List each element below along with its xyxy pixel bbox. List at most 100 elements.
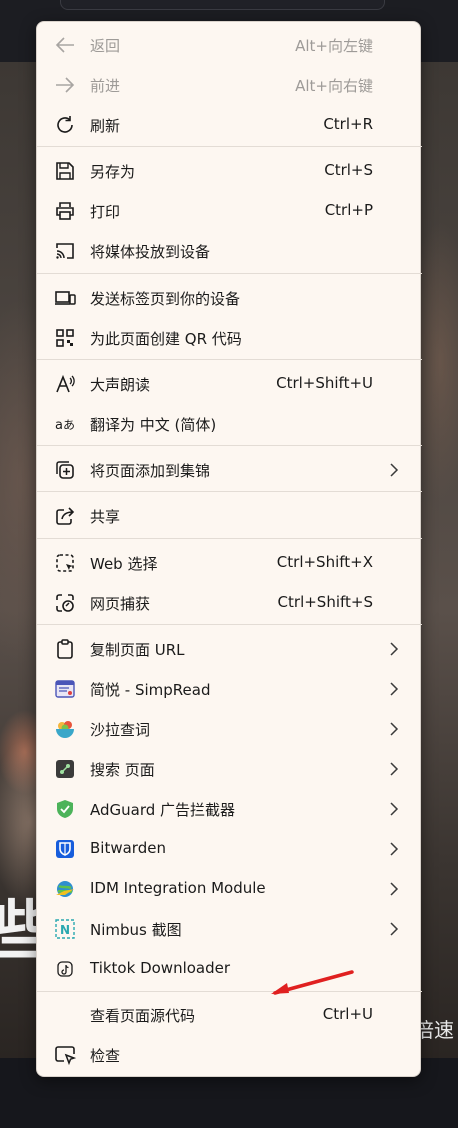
- menu-item-shortcut: Alt+向左键: [295, 37, 373, 55]
- menu-item-label: 共享: [90, 508, 121, 526]
- menu-divider: [37, 273, 422, 274]
- menu-item-shortcut: Ctrl+R: [323, 115, 373, 133]
- menu-item-shortcut: Alt+向右键: [295, 77, 373, 95]
- menu-item-label: 简悦 - SimpRead: [90, 681, 211, 699]
- menu-item-label: Nimbus 截图: [90, 921, 182, 939]
- menu-item-label: 刷新: [90, 117, 121, 135]
- menu-divider: [37, 491, 422, 492]
- idm-globe-icon: [53, 877, 77, 901]
- translate-icon: aあ: [53, 412, 77, 436]
- refresh-icon: [53, 113, 77, 137]
- menu-divider: [37, 445, 422, 446]
- menu-divider: [37, 146, 422, 147]
- menu-item-cast[interactable]: 将媒体投放到设备: [37, 231, 422, 271]
- printer-icon: [53, 199, 77, 223]
- menu-item-label: AdGuard 广告拦截器: [90, 801, 236, 819]
- menu-item-shortcut: Ctrl+Shift+S: [277, 593, 373, 611]
- svg-text:N: N: [60, 923, 70, 937]
- arrow-left-icon: [53, 33, 77, 57]
- menu-item-send-tab[interactable]: 发送标签页到你的设备: [37, 278, 422, 318]
- menu-item-bitwarden[interactable]: Bitwarden: [37, 829, 422, 869]
- menu-item-label: 翻译为 中文 (简体): [90, 416, 217, 434]
- svg-text:a: a: [55, 418, 63, 433]
- nimbus-icon: N: [53, 917, 77, 941]
- menu-item-label: 将页面添加到集锦: [90, 462, 211, 480]
- menu-item-inspect[interactable]: 检查: [37, 1035, 422, 1075]
- simpread-icon: [53, 677, 77, 701]
- context-menu: 返回 Alt+向左键 前进 Alt+向右键 刷新 Ctrl+R 另存为 Ctrl…: [36, 21, 422, 1077]
- bitwarden-icon: [53, 837, 77, 861]
- svg-text:あ: あ: [63, 418, 75, 432]
- menu-item-idm[interactable]: IDM Integration Module: [37, 869, 422, 909]
- menu-item-refresh[interactable]: 刷新 Ctrl+R: [37, 105, 422, 145]
- menu-item-label: 复制页面 URL: [90, 641, 185, 659]
- menu-item-add-to-collection[interactable]: 将页面添加到集锦: [37, 450, 422, 490]
- chevron-right-icon: [390, 682, 399, 696]
- qr-code-icon: [53, 326, 77, 350]
- menu-item-print[interactable]: 打印 Ctrl+P: [37, 191, 422, 231]
- chevron-right-icon: [390, 463, 399, 477]
- menu-divider: [37, 359, 422, 360]
- menu-item-label: 查看页面源代码: [90, 1007, 196, 1025]
- menu-item-label: 将媒体投放到设备: [90, 243, 211, 261]
- menu-item-copy-url[interactable]: 复制页面 URL: [37, 629, 422, 669]
- menu-item-search-page[interactable]: 搜索 页面: [37, 749, 422, 789]
- devices-icon: [53, 286, 77, 310]
- menu-item-label: 另存为: [90, 163, 136, 181]
- menu-item-web-select[interactable]: Web 选择 Ctrl+Shift+X: [37, 543, 422, 583]
- menu-item-label: IDM Integration Module: [90, 879, 266, 897]
- menu-item-shortcut: Ctrl+Shift+X: [276, 553, 373, 571]
- menu-item-label: Web 选择: [90, 555, 158, 573]
- menu-item-label: 发送标签页到你的设备: [90, 290, 241, 308]
- menu-item-label: 为此页面创建 QR 代码: [90, 330, 242, 348]
- menu-item-label: 前进: [90, 77, 121, 95]
- menu-item-view-source[interactable]: 查看页面源代码 Ctrl+U: [37, 995, 422, 1035]
- menu-item-label: 大声朗读: [90, 376, 151, 394]
- tiktok-icon: [53, 957, 77, 981]
- address-bar[interactable]: [60, 0, 385, 10]
- menu-item-forward[interactable]: 前进 Alt+向右键: [37, 65, 422, 105]
- menu-item-shortcut: Ctrl+P: [324, 201, 373, 219]
- collections-add-icon: [53, 458, 77, 482]
- menu-item-label: 检查: [90, 1047, 121, 1065]
- menu-item-label: 打印: [90, 203, 121, 221]
- menu-divider: [37, 538, 422, 539]
- menu-item-label: 沙拉查词: [90, 721, 151, 739]
- share-icon: [53, 504, 77, 528]
- save-icon: [53, 159, 77, 183]
- search-extension-icon: [53, 757, 77, 781]
- menu-item-translate[interactable]: aあ 翻译为 中文 (简体): [37, 404, 422, 444]
- web-capture-icon: [53, 591, 77, 615]
- chevron-right-icon: [390, 802, 399, 816]
- menu-item-salad-dict[interactable]: 沙拉查词: [37, 709, 422, 749]
- menu-item-shortcut: Ctrl+S: [324, 161, 373, 179]
- menu-item-share[interactable]: 共享: [37, 496, 422, 536]
- chevron-right-icon: [390, 762, 399, 776]
- chevron-right-icon: [390, 642, 399, 656]
- inspect-icon: [53, 1043, 77, 1067]
- menu-item-label: Tiktok Downloader: [90, 959, 231, 977]
- menu-item-label: 返回: [90, 37, 121, 55]
- menu-item-read-aloud[interactable]: 大声朗读 Ctrl+Shift+U: [37, 364, 422, 404]
- menu-item-save-as[interactable]: 另存为 Ctrl+S: [37, 151, 422, 191]
- menu-item-back[interactable]: 返回 Alt+向左键: [37, 25, 422, 65]
- arrow-right-icon: [53, 73, 77, 97]
- web-select-icon: [53, 551, 77, 575]
- annotation-arrow-icon: [271, 970, 354, 995]
- menu-item-shortcut: Ctrl+Shift+U: [276, 374, 373, 392]
- menu-item-nimbus[interactable]: N Nimbus 截图: [37, 909, 422, 949]
- menu-item-simpread[interactable]: 简悦 - SimpRead: [37, 669, 422, 709]
- menu-item-adguard[interactable]: AdGuard 广告拦截器: [37, 789, 422, 829]
- menu-item-web-capture[interactable]: 网页捕获 Ctrl+Shift+S: [37, 583, 422, 623]
- menu-item-label: 搜索 页面: [90, 761, 155, 779]
- menu-divider: [37, 624, 422, 625]
- menu-item-label: 网页捕获: [90, 595, 151, 613]
- chevron-right-icon: [390, 722, 399, 736]
- read-aloud-icon: [53, 372, 77, 396]
- chevron-right-icon: [390, 882, 399, 896]
- menu-item-qr-code[interactable]: 为此页面创建 QR 代码: [37, 318, 422, 358]
- adguard-shield-icon: [53, 797, 77, 821]
- menu-item-shortcut: Ctrl+U: [322, 1005, 373, 1023]
- clipboard-icon: [53, 637, 77, 661]
- chevron-right-icon: [390, 842, 399, 856]
